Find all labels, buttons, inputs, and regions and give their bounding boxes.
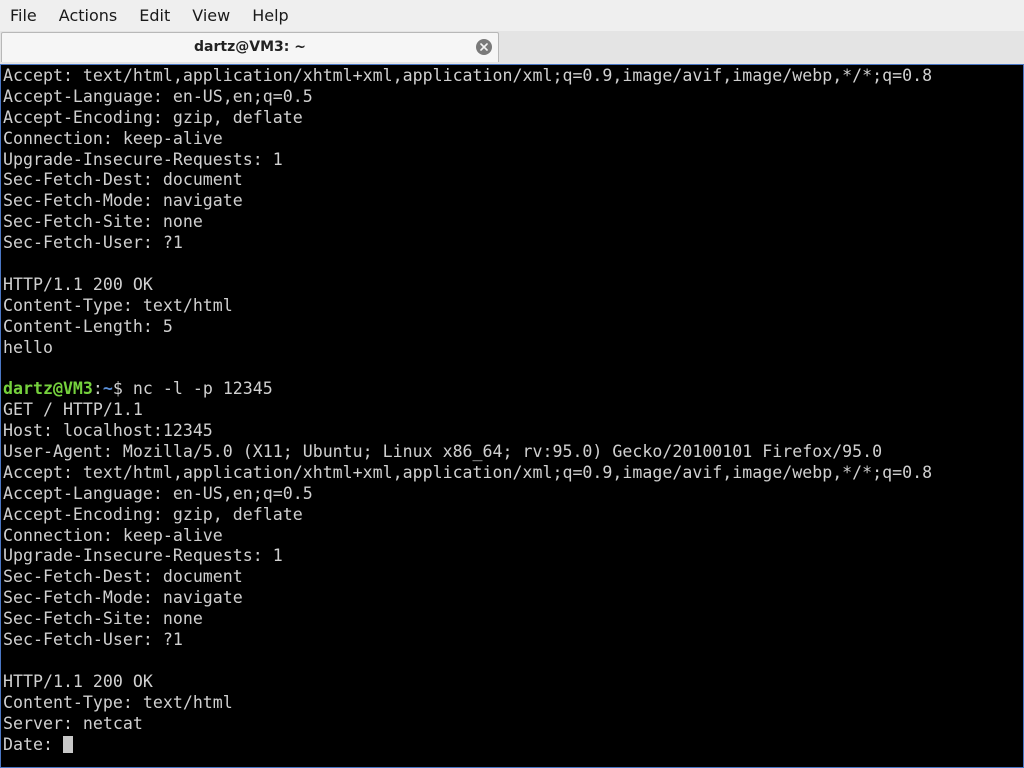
terminal-line: Sec-Fetch-Dest: document — [3, 567, 243, 587]
terminal-line: Sec-Fetch-User: ?1 — [3, 630, 183, 650]
output-after-prompt: GET / HTTP/1.1 Host: localhost:12345 User-… — [3, 400, 1021, 734]
input-line[interactable]: Date: — [3, 735, 1021, 756]
prompt-separator: : — [92, 379, 103, 399]
prompt-line: dartz@VM3:~$ nc -l -p 12345 — [3, 379, 1021, 400]
terminal-line: Accept: text/html,application/xhtml+xml,… — [3, 462, 933, 482]
tab-bar: dartz@VM3: ~ — [0, 31, 1024, 64]
menu-bar: File Actions Edit View Help — [0, 0, 1024, 31]
terminal-content: Accept: text/html,application/xhtml+xml,… — [3, 66, 1021, 755]
terminal-line: Upgrade-Insecure-Requests: 1 — [3, 149, 283, 169]
prompt-user-host: dartz@VM3 — [3, 379, 93, 399]
prompt-symbol: $ — [112, 379, 133, 399]
menu-help[interactable]: Help — [241, 0, 299, 31]
menu-actions[interactable]: Actions — [48, 0, 128, 31]
terminal-line: Sec-Fetch-Site: none — [3, 212, 203, 232]
terminal-line: Accept-Encoding: gzip, deflate — [3, 504, 303, 524]
terminal-line: Sec-Fetch-Dest: document — [3, 170, 243, 190]
tab-title: dartz@VM3: ~ — [194, 39, 306, 55]
terminal-line: Sec-Fetch-User: ?1 — [3, 233, 183, 253]
terminal-output[interactable]: Accept: text/html,application/xhtml+xml,… — [0, 64, 1024, 768]
terminal-line: Upgrade-Insecure-Requests: 1 — [3, 546, 283, 566]
input-line-text: Date: — [3, 734, 63, 754]
text-cursor — [62, 735, 73, 753]
terminal-line: Accept-Encoding: gzip, deflate — [3, 107, 303, 127]
terminal-line: Connection: keep-alive — [3, 128, 223, 148]
output-before-prompt: Accept: text/html,application/xhtml+xml,… — [3, 66, 1021, 379]
terminal-line: HTTP/1.1 200 OK — [3, 274, 153, 294]
terminal-line: Sec-Fetch-Mode: navigate — [3, 588, 243, 608]
menu-file[interactable]: File — [0, 0, 48, 31]
close-icon — [480, 43, 488, 51]
terminal-line: User-Agent: Mozilla/5.0 (X11; Ubuntu; Li… — [3, 442, 883, 462]
terminal-line: Sec-Fetch-Site: none — [3, 609, 203, 629]
close-tab-icon[interactable] — [476, 39, 492, 55]
terminal-window: File Actions Edit View Help dartz@VM3: ~… — [0, 0, 1024, 768]
terminal-line: Content-Length: 5 — [3, 316, 173, 336]
terminal-line: hello — [3, 337, 53, 357]
terminal-line: Accept-Language: en-US,en;q=0.5 — [3, 483, 313, 503]
terminal-line: Content-Type: text/html — [3, 295, 233, 315]
terminal-line: Host: localhost:12345 — [3, 421, 213, 441]
terminal-line: Server: netcat — [3, 713, 143, 733]
menu-view[interactable]: View — [181, 0, 241, 31]
terminal-line: GET / HTTP/1.1 — [3, 400, 143, 420]
menu-edit[interactable]: Edit — [128, 0, 181, 31]
terminal-line: Sec-Fetch-Mode: navigate — [3, 191, 243, 211]
terminal-line: Content-Type: text/html — [3, 692, 233, 712]
terminal-tab[interactable]: dartz@VM3: ~ — [1, 32, 499, 62]
prompt-command: nc -l -p 12345 — [132, 379, 273, 399]
terminal-line: HTTP/1.1 200 OK — [3, 671, 153, 691]
terminal-line: Accept: text/html,application/xhtml+xml,… — [3, 66, 933, 85]
terminal-line: Connection: keep-alive — [3, 525, 223, 545]
prompt-path: ~ — [102, 379, 113, 399]
terminal-line: Accept-Language: en-US,en;q=0.5 — [3, 86, 313, 106]
